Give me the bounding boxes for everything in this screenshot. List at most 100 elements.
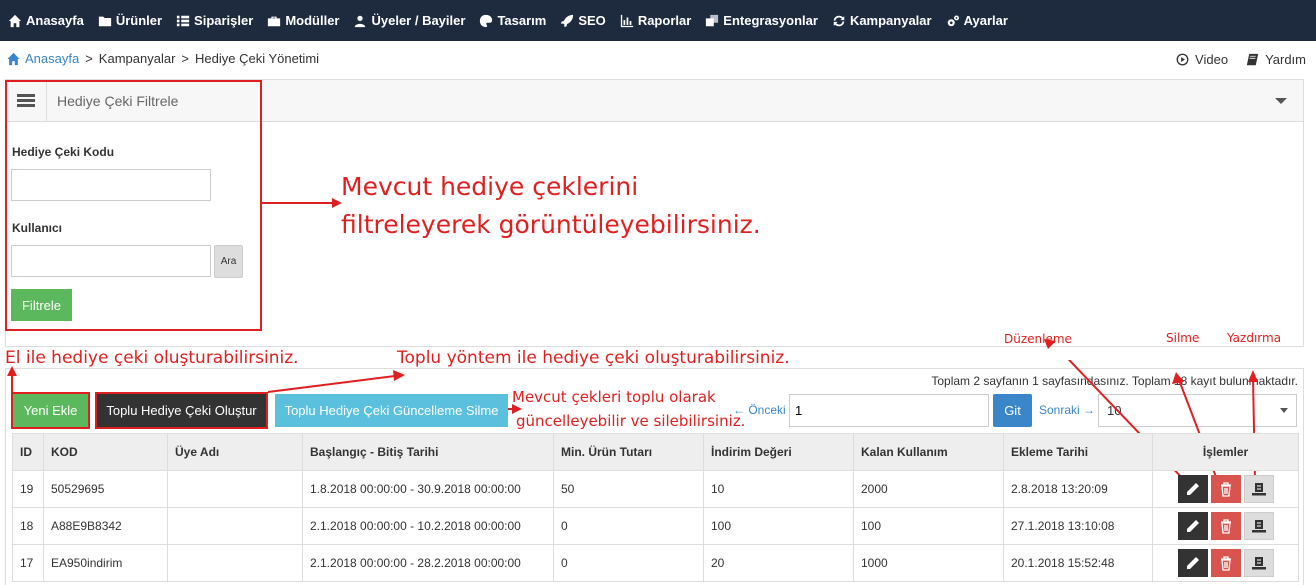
pencil-icon: [1187, 557, 1199, 569]
breadcrumb-home[interactable]: Anasayfa: [6, 51, 79, 66]
column-header-actions: İşlemler: [1152, 433, 1299, 471]
gift-cards-table: ID KOD Üye Adı Başlangıç - Bitiş Tarihi …: [12, 433, 1299, 582]
clone-icon: [706, 14, 719, 26]
cell-discount: 10: [703, 470, 854, 508]
video-link[interactable]: Video: [1176, 52, 1228, 67]
gift-code-label: Hediye Çeki Kodu: [12, 145, 115, 159]
nav-item-kampanyalar[interactable]: Kampanyalar: [832, 13, 932, 28]
nav-label: Kampanyalar: [849, 13, 932, 28]
table-row: 19 50529695 1.8.2018 00:00:00 - 30.9.201…: [12, 470, 1299, 508]
search-button[interactable]: Ara: [214, 245, 243, 278]
cell-actions: [1152, 470, 1299, 508]
column-header-code[interactable]: KOD: [43, 433, 168, 471]
print-button[interactable]: [1244, 549, 1274, 577]
cell-member: [167, 544, 303, 582]
column-header-min-amount[interactable]: Min. Ürün Tutarı: [553, 433, 704, 471]
delete-button[interactable]: [1211, 512, 1241, 540]
edit-button[interactable]: [1178, 549, 1208, 577]
help-label: Yardım: [1265, 52, 1306, 67]
print-button[interactable]: [1244, 475, 1274, 503]
home-icon: [8, 14, 22, 27]
pencil-icon: [1187, 520, 1199, 532]
edit-button[interactable]: [1178, 512, 1208, 540]
nav-label: Tasarım: [497, 13, 547, 28]
breadcrumb-separator: >: [85, 51, 93, 66]
chevron-down-icon[interactable]: [1275, 97, 1287, 104]
annotation-edit: Düzenleme: [1004, 332, 1072, 346]
table-row: 17 EA950indirim 2.1.2018 00:00:00 - 28.2…: [12, 544, 1299, 582]
next-page-link[interactable]: Sonraki →: [1039, 403, 1095, 417]
nav-label: Ayarlar: [963, 13, 1008, 28]
cell-added-date: 2.8.2018 13:20:09: [1003, 470, 1153, 508]
table-row: 18 A88E9B8342 2.1.2018 00:00:00 - 10.2.2…: [12, 507, 1299, 545]
user-input[interactable]: [11, 245, 211, 277]
palette-icon: [480, 14, 493, 27]
folder-icon: [98, 16, 111, 26]
cell-code: EA950indirim: [43, 544, 168, 582]
users-icon: [355, 15, 366, 27]
column-header-id[interactable]: ID: [12, 433, 44, 471]
nav-item-uyeler[interactable]: Üyeler / Bayiler: [353, 13, 465, 28]
nav-item-ayarlar[interactable]: Ayarlar: [946, 13, 1008, 28]
page-size-select[interactable]: 10: [1098, 394, 1297, 427]
annotation-bulk: Toplu yöntem ile hediye çeki oluşturabil…: [397, 348, 790, 368]
column-header-added-date[interactable]: Ekleme Tarihi: [1003, 433, 1153, 471]
help-link[interactable]: Yardım: [1246, 52, 1306, 67]
add-new-button[interactable]: Yeni Ekle: [13, 394, 88, 427]
nav-item-siparisler[interactable]: Siparişler: [176, 13, 253, 28]
pagination-summary: Toplam 2 sayfanın 1 sayfasındasınız. Top…: [931, 374, 1298, 388]
home-icon: [7, 52, 20, 65]
cell-member: [167, 507, 303, 545]
cell-added-date: 27.1.2018 13:10:08: [1003, 507, 1153, 545]
nav-item-moduller[interactable]: Modüller: [267, 13, 339, 28]
print-icon: [1252, 557, 1266, 570]
page-size-value: 10: [1107, 403, 1122, 418]
nav-item-seo[interactable]: SEO: [560, 13, 606, 28]
pencil-icon: [1187, 483, 1199, 495]
nav-item-raporlar[interactable]: Raporlar: [620, 13, 691, 28]
breadcrumb-current: Hediye Çeki Yönetimi: [195, 51, 320, 66]
cell-id: 17: [12, 544, 44, 582]
bulk-update-delete-button[interactable]: Toplu Hediye Çeki Güncelleme Silme: [275, 394, 508, 427]
column-header-date-range[interactable]: Başlangıç - Bitiş Tarihi: [302, 433, 554, 471]
page-number-input[interactable]: [789, 394, 989, 427]
trash-icon: [1221, 556, 1231, 571]
cell-min-amount: 50: [553, 470, 704, 508]
header-links: Video Yardım: [1158, 52, 1306, 67]
go-button[interactable]: Git: [993, 394, 1032, 427]
bulk-create-button[interactable]: Toplu Hediye Çeki Oluştur: [97, 394, 266, 427]
menu-toggle-icon[interactable]: [6, 80, 47, 121]
trash-icon: [1221, 519, 1231, 534]
cell-code: 50529695: [43, 470, 168, 508]
gears-icon: [947, 14, 959, 26]
nav-label: Modüller: [285, 13, 340, 28]
gift-code-input[interactable]: [11, 169, 211, 201]
rocket-icon: [561, 14, 574, 27]
briefcase-icon: [268, 16, 281, 26]
play-circle-icon: [1176, 53, 1189, 66]
filter-button[interactable]: Filtrele: [11, 289, 72, 321]
cell-id: 19: [12, 470, 44, 508]
cell-remaining: 1000: [853, 544, 1004, 582]
nav-item-anasayfa[interactable]: Anasayfa: [8, 13, 84, 28]
annotation-print: Yazdırma: [1227, 331, 1282, 345]
cell-discount: 20: [703, 544, 854, 582]
print-icon: [1252, 483, 1266, 496]
cell-min-amount: 0: [553, 544, 704, 582]
cell-id: 18: [12, 507, 44, 545]
breadcrumb-item-kampanyalar[interactable]: Kampanyalar: [99, 51, 176, 66]
column-header-discount[interactable]: İndirim Değeri: [703, 433, 854, 471]
delete-button[interactable]: [1211, 475, 1241, 503]
filter-panel-header: Hediye Çeki Filtrele: [6, 80, 1303, 122]
delete-button[interactable]: [1211, 549, 1241, 577]
column-header-member[interactable]: Üye Adı: [167, 433, 303, 471]
nav-item-entegrasyonlar[interactable]: Entegrasyonlar: [705, 13, 818, 28]
nav-item-tasarim[interactable]: Tasarım: [479, 13, 546, 28]
column-header-remaining[interactable]: Kalan Kullanım: [853, 433, 1004, 471]
refresh-icon: [833, 15, 845, 26]
cell-date-range: 2.1.2018 00:00:00 - 28.2.2018 00:00:00: [302, 544, 554, 582]
nav-item-urunler[interactable]: Ürünler: [98, 13, 162, 28]
top-navigation: Anasayfa Ürünler Siparişler Modüller Üye…: [0, 0, 1316, 41]
print-button[interactable]: [1244, 512, 1274, 540]
edit-button[interactable]: [1178, 475, 1208, 503]
